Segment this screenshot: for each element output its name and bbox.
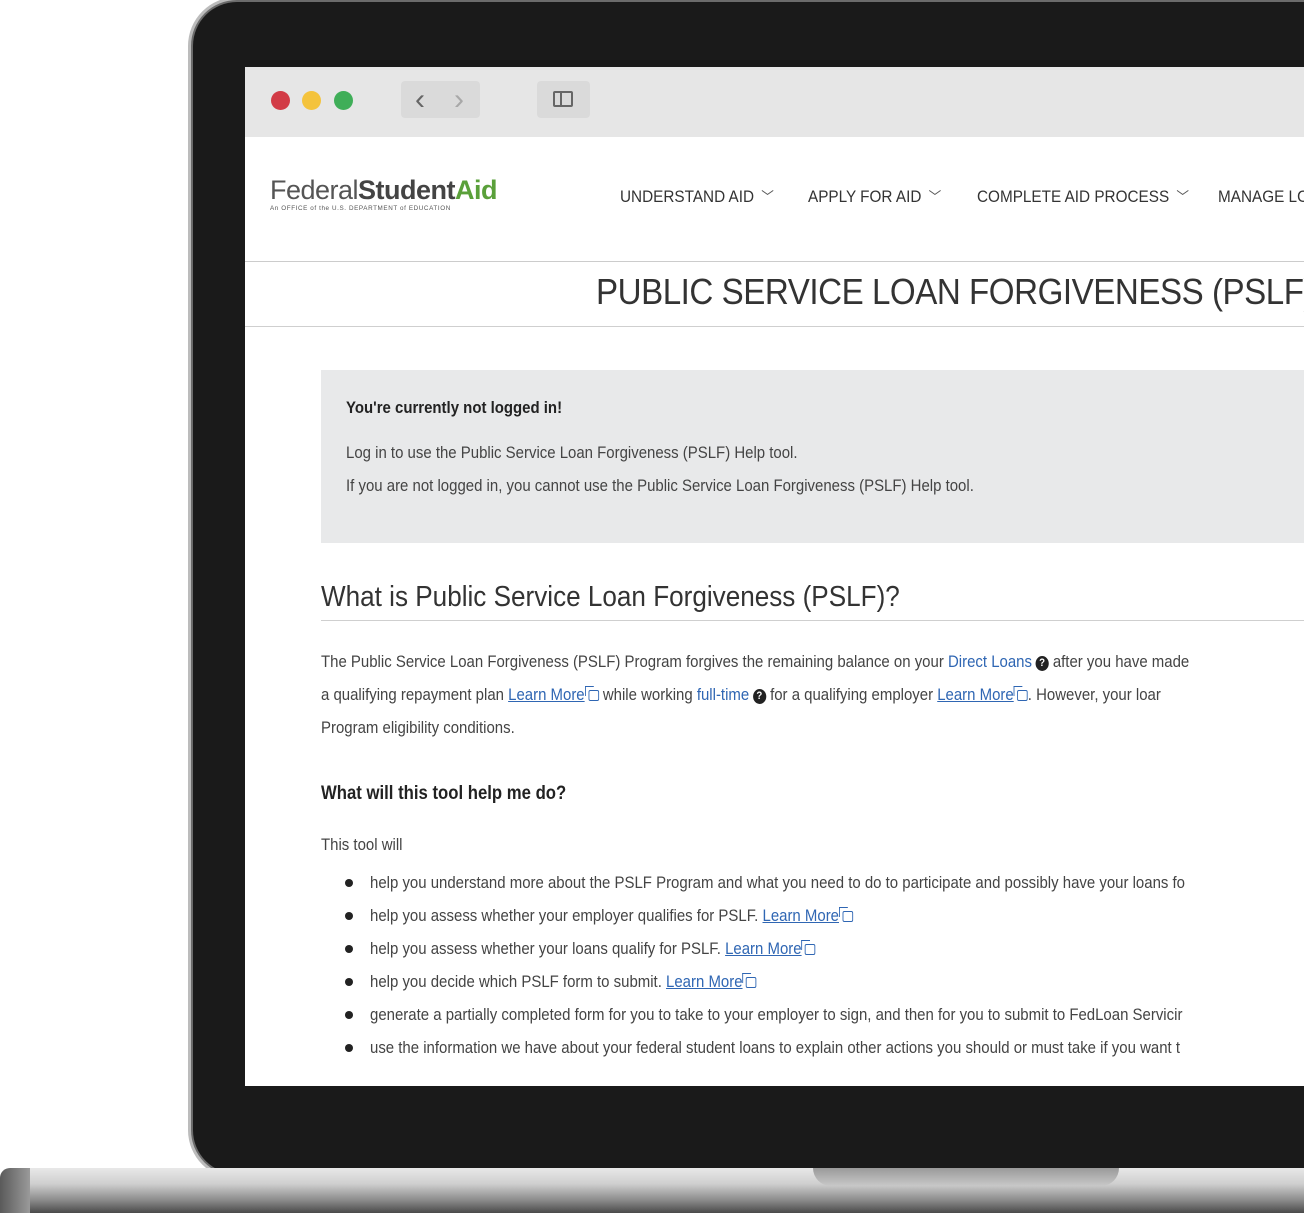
tool-heading-text: What will this tool help me do? [321, 783, 567, 804]
text: Program eligibility conditions. [321, 718, 515, 737]
nav-label: COMPLETE AID PROCESS [977, 187, 1170, 206]
list-item-text: help you assess whether your loans quali… [370, 939, 726, 958]
external-link-icon [1013, 686, 1028, 701]
list-item-text: help you assess whether your employer qu… [370, 906, 763, 925]
learn-more-link[interactable]: Learn More [666, 972, 743, 991]
browser-toolbar: ‹ › [245, 67, 1304, 138]
list-item: generate a partially completed form for … [345, 998, 1296, 1031]
nav-label: UNDERSTAND AID [620, 187, 755, 206]
tool-heading: What will this tool help me do? [321, 783, 600, 805]
nav-label: MANAGE LOA [1218, 187, 1304, 206]
list-item: help you understand more about the PSLF … [345, 866, 1296, 899]
list-item-text: use the information we have about your f… [370, 1038, 1180, 1057]
back-icon[interactable]: ‹ [401, 83, 439, 116]
learn-more-link[interactable]: Learn More [937, 685, 1014, 704]
nav-label: APPLY FOR AID [808, 187, 922, 206]
section-heading-text: What is Public Service Loan Forgiveness … [321, 581, 900, 613]
help-icon[interactable]: ? [752, 689, 766, 704]
list-item: use the information we have about your f… [345, 1031, 1296, 1064]
text: The Public Service Loan Forgiveness (PSL… [321, 652, 948, 671]
notice-line-2: If you are not logged in, you cannot use… [346, 476, 974, 495]
help-icon[interactable]: ? [1035, 656, 1049, 671]
history-navigation: ‹ › [401, 81, 480, 118]
external-link-icon [838, 907, 854, 922]
nav-apply-for-aid[interactable]: APPLY FOR AID ﹀ [808, 187, 941, 207]
laptop-notch [813, 1168, 1119, 1186]
minimize-window-button[interactable] [302, 91, 321, 110]
paragraph-line-3: Program eligibility conditions. [321, 718, 541, 738]
logo-student: Student [358, 175, 456, 205]
logo-subtitle: An OFFICE of the U.S. DEPARTMENT of EDUC… [270, 205, 451, 212]
page-title-bar: PUBLIC SERVICE LOAN FORGIVENESS (PSLF) H… [245, 261, 1304, 327]
login-notice: You're currently not logged in! Log in t… [321, 370, 1304, 543]
list-item-text: help you understand more about the PSLF … [370, 873, 1186, 892]
external-link-icon [742, 973, 757, 988]
learn-more-link[interactable]: Learn More [725, 939, 802, 958]
external-link-icon [801, 940, 816, 955]
chevron-down-icon: ﹀ [928, 189, 942, 205]
section-heading: What is Public Service Loan Forgiveness … [321, 581, 1304, 621]
list-item-text: generate a partially completed form for … [370, 1005, 1183, 1024]
list-item: help you assess whether your loans quali… [345, 932, 1296, 965]
paragraph-line-2: a qualifying repayment plan Learn More w… [321, 685, 1275, 705]
sidebar-icon [553, 91, 573, 107]
list-item: help you assess whether your employer qu… [345, 899, 1296, 932]
nav-complete-aid-process[interactable]: COMPLETE AID PROCESS ﹀ [977, 187, 1189, 207]
logo-wordmark: FederalStudentAid [270, 175, 498, 206]
browser-screen: ‹ › FederalStudentAid An OFFICE of the U… [245, 67, 1304, 1086]
direct-loans-link[interactable]: Direct Loans [948, 652, 1032, 671]
list-item-text: help you decide which PSLF form to submi… [370, 972, 667, 991]
text: for a qualifying employer [765, 685, 938, 704]
text: after you have made [1048, 652, 1190, 671]
text: This tool will [321, 835, 403, 854]
forward-icon[interactable]: › [440, 83, 478, 116]
list-item: help you decide which PSLF form to submi… [345, 965, 1296, 998]
chevron-down-icon: ﹀ [761, 189, 774, 205]
tool-feature-list: help you understand more about the PSLF … [345, 866, 1296, 1064]
text: . However, your loar [1027, 685, 1161, 704]
close-window-button[interactable] [271, 91, 290, 110]
text: while working [598, 685, 697, 704]
notice-heading: You're currently not logged in! [346, 398, 563, 417]
nav-understand-aid[interactable]: UNDERSTAND AID ﹀ [620, 187, 774, 207]
maximize-window-button[interactable] [334, 91, 353, 110]
full-time-link[interactable]: full-time [697, 685, 749, 704]
paragraph-line-1: The Public Service Loan Forgiveness (PSL… [321, 652, 1304, 672]
learn-more-link[interactable]: Learn More [508, 685, 585, 704]
chevron-down-icon: ﹀ [1176, 189, 1189, 205]
logo-federal: Federal [270, 175, 359, 205]
notice-line-1: Log in to use the Public Service Loan Fo… [346, 443, 798, 462]
external-link-icon [584, 686, 599, 701]
learn-more-link[interactable]: Learn More [762, 906, 839, 925]
text: a qualifying repayment plan [321, 685, 509, 704]
site-header: FederalStudentAid An OFFICE of the U.S. … [245, 137, 1304, 262]
federal-student-aid-logo[interactable]: FederalStudentAid An OFFICE of the U.S. … [270, 175, 498, 212]
sidebar-toggle-button[interactable] [537, 81, 590, 118]
tool-intro: This tool will [321, 835, 414, 855]
nav-manage-loans[interactable]: MANAGE LOA [1218, 187, 1304, 207]
page-title: PUBLIC SERVICE LOAN FORGIVENESS (PSLF) H… [596, 271, 1304, 312]
logo-aid: Aid [455, 175, 498, 205]
